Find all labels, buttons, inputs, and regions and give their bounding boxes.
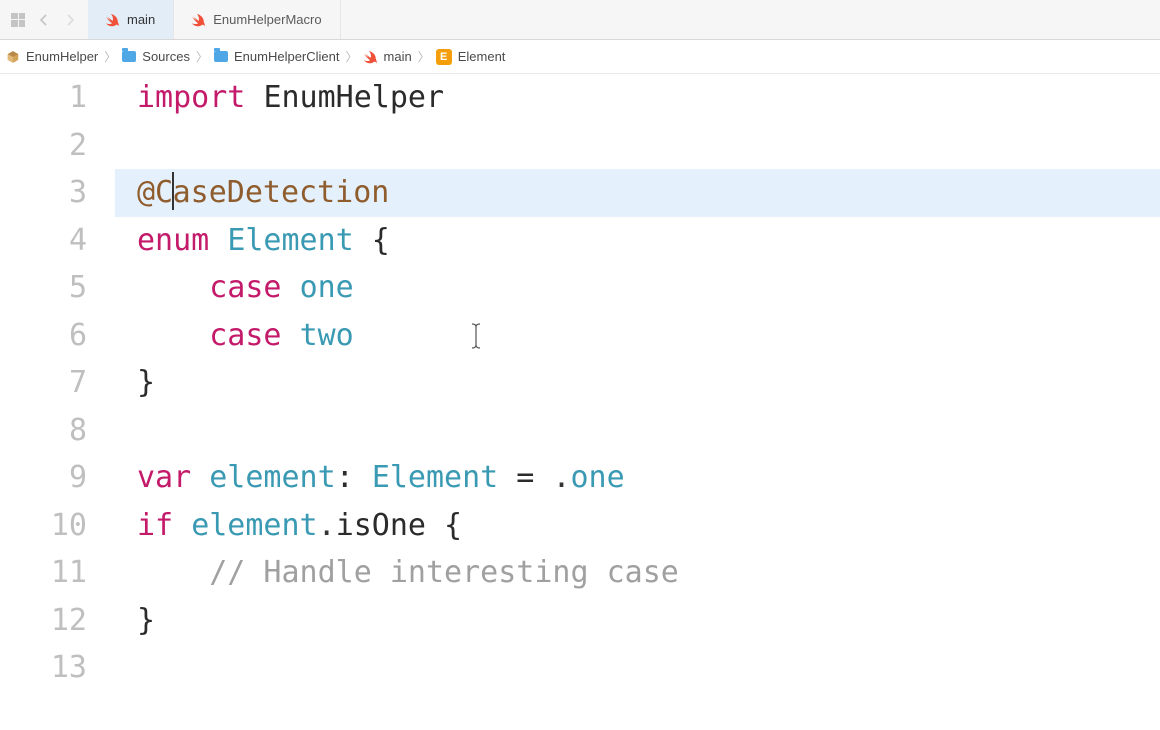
tab-label: EnumHelperMacro [213, 12, 321, 27]
code-token: Element [372, 460, 498, 495]
code-token: } [137, 365, 155, 400]
code-token: . [318, 508, 336, 543]
code-line[interactable]: enum Element { [115, 217, 1160, 265]
line-number: 6 [0, 312, 87, 360]
swift-icon [364, 50, 378, 64]
code-token [137, 318, 209, 353]
line-number: 7 [0, 359, 87, 407]
line-number: 11 [0, 549, 87, 597]
line-number: 2 [0, 122, 87, 170]
breadcrumb-item-enumhelperclient[interactable]: EnumHelperClient [214, 49, 340, 64]
chevron-right-icon: 〉 [418, 48, 430, 65]
code-token: { [354, 223, 390, 258]
code-token [137, 270, 209, 305]
breadcrumb-label: main [384, 49, 412, 64]
code-line[interactable] [115, 122, 1160, 170]
line-number: 13 [0, 644, 87, 692]
breadcrumb-bar: EnumHelper 〉 Sources 〉 EnumHelperClient 〉 main… [0, 40, 1160, 74]
line-number: 10 [0, 502, 87, 550]
breadcrumb-item-element[interactable]: E Element [436, 49, 506, 65]
tab-main[interactable]: main [88, 0, 174, 39]
code-token [173, 508, 191, 543]
code-line[interactable]: var element: Element = .one [115, 454, 1160, 502]
code-line[interactable]: import EnumHelper [115, 74, 1160, 122]
nav-back-button[interactable] [34, 10, 54, 30]
enum-icon: E [436, 49, 452, 65]
code-token [245, 80, 263, 115]
code-line[interactable] [115, 644, 1160, 692]
breadcrumb-item-enumhelper[interactable]: EnumHelper [6, 49, 98, 64]
folder-icon [122, 51, 136, 62]
breadcrumb-label: Sources [142, 49, 190, 64]
code-line[interactable]: if element.isOne { [115, 502, 1160, 550]
code-token: element [191, 508, 317, 543]
code-area[interactable]: import EnumHelper@CaseDetectionenum Elem… [115, 74, 1160, 730]
code-token: import [137, 80, 245, 115]
breadcrumb-item-sources[interactable]: Sources [122, 49, 190, 64]
breadcrumb-container: EnumHelper 〉 Sources 〉 EnumHelperClient 〉 main… [6, 48, 505, 65]
line-number: 12 [0, 597, 87, 645]
code-token: one [571, 460, 625, 495]
swift-icon [106, 13, 120, 27]
breadcrumb-label: Element [458, 49, 506, 64]
code-token [137, 555, 209, 590]
line-number: 1 [0, 74, 87, 122]
code-token: enum [137, 223, 209, 258]
code-line[interactable]: case two [115, 312, 1160, 360]
code-token: . [552, 460, 570, 495]
code-line[interactable]: @CaseDetection [115, 169, 1160, 217]
code-token: EnumHelper [263, 80, 444, 115]
tab-enumhelpermacro[interactable]: EnumHelperMacro [174, 0, 340, 39]
code-token: @C [137, 175, 173, 210]
code-token: } [137, 603, 155, 638]
code-token: // Handle interesting case [209, 555, 679, 590]
package-icon [6, 50, 20, 64]
swift-icon [192, 13, 206, 27]
code-token: case [209, 318, 281, 353]
nav-buttons [0, 0, 88, 39]
code-line[interactable]: // Handle interesting case [115, 549, 1160, 597]
chevron-right-icon: 〉 [346, 48, 358, 65]
code-token: two [300, 318, 354, 353]
tab-bar: main EnumHelperMacro [0, 0, 1160, 40]
code-token: { [426, 508, 462, 543]
code-token [209, 223, 227, 258]
code-token [282, 270, 300, 305]
code-token: isOne [336, 508, 426, 543]
code-token [282, 318, 300, 353]
code-token: if [137, 508, 173, 543]
code-token: var [137, 460, 191, 495]
breadcrumb-label: EnumHelper [26, 49, 98, 64]
line-number: 9 [0, 454, 87, 502]
ibeam-cursor-icon [471, 322, 481, 350]
code-line[interactable]: case one [115, 264, 1160, 312]
chevron-right-icon: 〉 [104, 48, 116, 65]
nav-forward-button[interactable] [60, 10, 80, 30]
code-token: Element [227, 223, 353, 258]
code-token: case [209, 270, 281, 305]
line-number: 4 [0, 217, 87, 265]
folder-icon [214, 51, 228, 62]
code-line[interactable]: } [115, 597, 1160, 645]
code-token: = [498, 460, 552, 495]
code-token: element [209, 460, 335, 495]
code-line[interactable]: } [115, 359, 1160, 407]
chevron-right-icon: 〉 [196, 48, 208, 65]
code-line[interactable] [115, 407, 1160, 455]
tab-label: main [127, 12, 155, 27]
code-editor[interactable]: 12345678910111213 import EnumHelper@Case… [0, 74, 1160, 730]
breadcrumb-item-main[interactable]: main [364, 49, 412, 64]
line-number-gutter: 12345678910111213 [0, 74, 115, 730]
code-token: : [336, 460, 372, 495]
grid-icon[interactable] [8, 10, 28, 30]
tabs-container: main EnumHelperMacro [88, 0, 341, 39]
line-number: 8 [0, 407, 87, 455]
code-token: one [300, 270, 354, 305]
line-number: 5 [0, 264, 87, 312]
code-token [191, 460, 209, 495]
line-number: 3 [0, 169, 87, 217]
breadcrumb-label: EnumHelperClient [234, 49, 340, 64]
code-token: aseDetection [173, 175, 390, 210]
